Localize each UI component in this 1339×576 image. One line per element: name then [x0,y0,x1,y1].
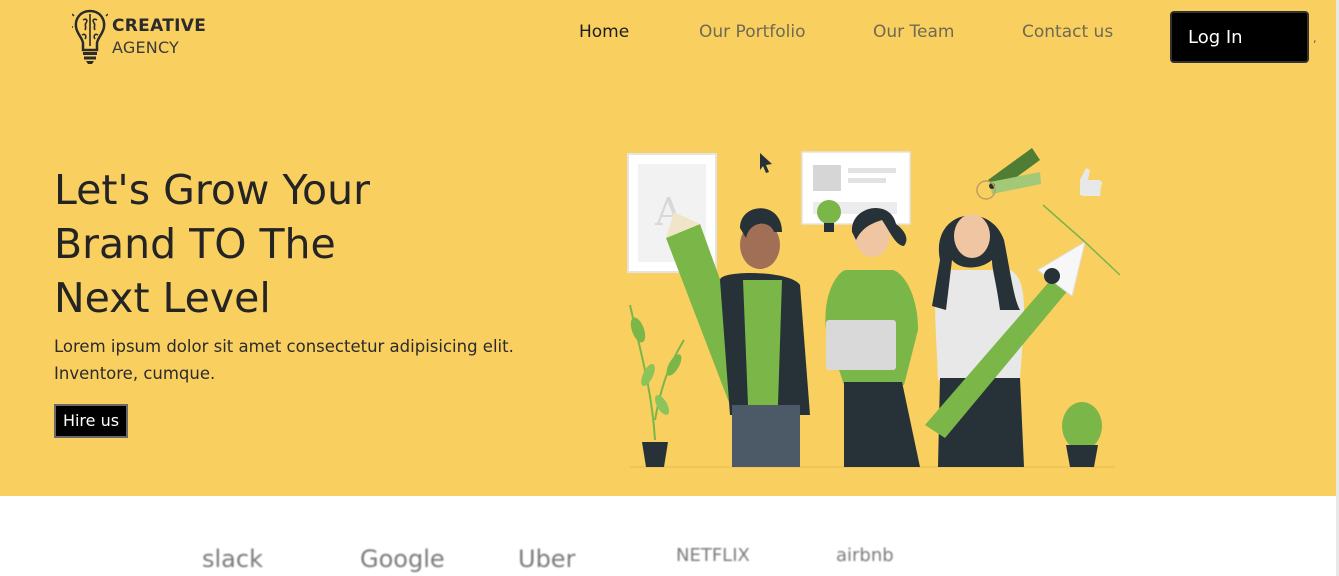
team-illustration: A [627,148,1121,468]
lightbulb-brain-icon [72,9,108,64]
cursor-icon [760,153,772,173]
brand-slack: slack [202,545,263,573]
brand-uber: Uber [518,545,576,573]
thumbs-up-icon [1080,168,1102,196]
brand-google: Google [360,545,445,573]
logo-text-line1: CREATIVE [112,16,207,36]
color-swatch-icon [976,148,1041,200]
stray-comma-text: , [1313,32,1317,45]
hero-headline: Let's Grow Your Brand TO The Next Level [54,163,454,325]
nav-contact-us[interactable]: Contact us [1022,22,1113,46]
nav-home[interactable]: Home [579,22,629,46]
nav-our-team[interactable]: Our Team [873,22,954,46]
hero-subtext: Lorem ipsum dolor sit amet consectetur a… [54,337,514,383]
nav-our-portfolio[interactable]: Our Portfolio [699,22,805,46]
brand-logos-row: slack Google Uber NETFLIX airbnb [0,545,1336,576]
logo-text-line2: AGENCY [112,38,180,57]
plant-cactus [1062,402,1102,467]
plant-left [629,304,685,467]
headline-line-2: Brand TO The [54,220,336,268]
brand-netflix: NETFLIX [676,545,750,566]
headline-line-1: Let's Grow Your [54,166,370,214]
headline-line-3: Next Level [54,274,271,322]
agency-logo[interactable]: CREATIVE AGENCY [72,8,206,66]
person-woman-laptop [825,208,920,467]
login-button[interactable]: Log In [1170,11,1309,63]
lightbulb-icon [817,200,841,232]
hire-us-button[interactable]: Hire us [54,404,128,438]
person-man [720,208,810,467]
brand-airbnb: airbnb [836,545,894,566]
